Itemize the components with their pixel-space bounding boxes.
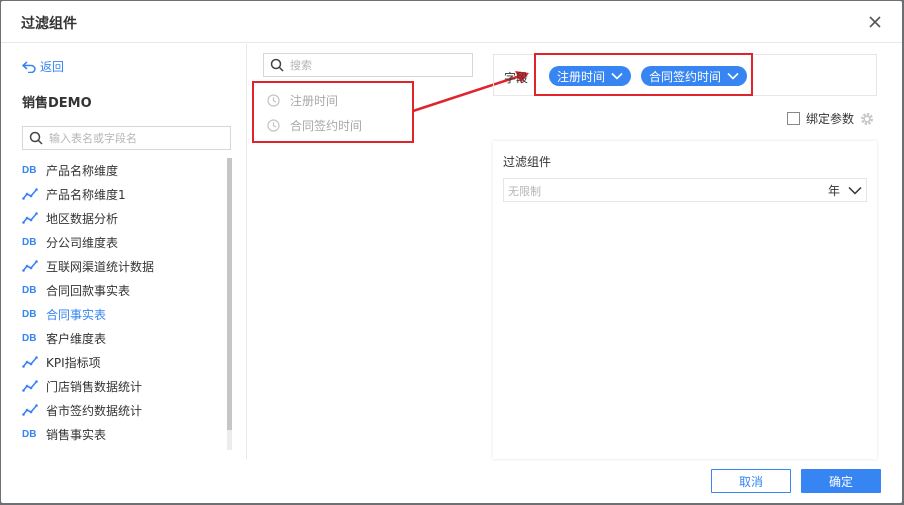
field-search-box[interactable]: [263, 53, 473, 77]
table-item[interactable]: 门店销售数据统计: [22, 374, 222, 398]
line-chart-icon: [22, 355, 42, 369]
filter-component-dialog: 过滤组件 返回 销售DEMO DB 产品名称维度产品名称维度1 地区数据分析 DB 分公…: [1, 1, 902, 503]
field-search-input[interactable]: [290, 58, 460, 72]
line-chart-icon: [22, 403, 42, 417]
table-item-label: 分公司维度表: [46, 235, 119, 250]
highlight-box-fields: [252, 81, 414, 143]
db-table-icon: DB: [22, 332, 37, 344]
dialog-title: 过滤组件: [21, 16, 77, 32]
table-item[interactable]: DB 销售事实表: [22, 422, 222, 446]
line-chart-icon: [22, 211, 42, 225]
preview-date-select[interactable]: 无限制 年: [503, 178, 867, 202]
preview-select-value: 无限制: [508, 185, 541, 198]
table-item-label: 产品名称维度: [46, 163, 119, 178]
table-item[interactable]: DB 合同事实表: [22, 302, 222, 326]
scrollbar-track[interactable]: [227, 430, 232, 450]
back-arrow-icon: [22, 60, 36, 73]
table-item-label: 客户维度表: [46, 331, 107, 346]
preview-unit-label: 年: [827, 184, 840, 198]
table-item-label: 合同事实表: [46, 307, 107, 322]
table-list-scrollbar[interactable]: [227, 158, 232, 430]
preview-title: 过滤组件: [503, 155, 552, 169]
search-icon: [270, 58, 284, 72]
line-chart-icon: [22, 259, 42, 273]
filter-preview-card: 过滤组件 无限制 年: [493, 141, 877, 459]
table-item[interactable]: KPI指标项: [22, 350, 222, 374]
field-slot-label: 字段: [504, 71, 529, 85]
db-table-icon: DB: [22, 308, 37, 320]
table-item-label: 产品名称维度1: [46, 187, 126, 202]
db-table-icon: DB: [22, 236, 37, 248]
db-table-icon: DB: [22, 284, 37, 296]
db-table-icon: DB: [22, 428, 37, 440]
table-item[interactable]: 省市签约数据统计: [22, 398, 222, 422]
preview-unit-dropdown[interactable]: 年: [828, 182, 862, 199]
line-chart-icon: [22, 187, 42, 201]
table-panel: 返回 销售DEMO DB 产品名称维度产品名称维度1 地区数据分析 DB 分公司维度表互…: [1, 44, 247, 459]
table-item[interactable]: DB 合同回款事实表: [22, 278, 222, 302]
table-item-label: 互联网渠道统计数据: [46, 259, 155, 274]
footer-divider: [1, 459, 902, 460]
table-item-label: 地区数据分析: [46, 211, 119, 226]
bind-param-label: 绑定参数: [806, 112, 855, 126]
table-item-label: 门店销售数据统计: [46, 379, 143, 394]
table-item[interactable]: 互联网渠道统计数据: [22, 254, 222, 278]
table-list: DB 产品名称维度 产品名称维度1 地区数据分析 DB 分公司维度表互联网渠道统计数据 DB…: [22, 158, 222, 446]
dialog-titlebar: 过滤组件: [1, 1, 902, 43]
gear-icon[interactable]: [860, 112, 874, 126]
cancel-button[interactable]: 取消: [711, 469, 791, 493]
close-icon[interactable]: [866, 13, 884, 31]
chevron-down-icon: [848, 186, 862, 195]
db-table-icon: DB: [22, 164, 37, 176]
table-item-label: 省市签约数据统计: [46, 403, 143, 418]
bind-param-toggle[interactable]: 绑定参数: [787, 110, 874, 127]
highlight-box-chips: [534, 53, 753, 96]
back-label: 返回: [40, 60, 65, 74]
table-item[interactable]: DB 客户维度表: [22, 326, 222, 350]
line-chart-icon: [22, 379, 42, 393]
ok-button[interactable]: 确定: [801, 469, 881, 493]
table-item-label: 销售事实表: [46, 427, 107, 442]
table-item-label: KPI指标项: [46, 355, 101, 370]
search-icon: [29, 131, 43, 145]
bind-param-checkbox[interactable]: [787, 112, 800, 125]
table-item-label: 合同回款事实表: [46, 283, 131, 298]
table-item[interactable]: DB 产品名称维度: [22, 158, 222, 182]
table-item[interactable]: 地区数据分析: [22, 206, 222, 230]
back-button[interactable]: 返回: [22, 58, 64, 75]
table-item[interactable]: 产品名称维度1: [22, 182, 222, 206]
dataset-name: 销售DEMO: [22, 96, 92, 111]
table-search-box[interactable]: [22, 126, 231, 150]
table-item[interactable]: DB 分公司维度表: [22, 230, 222, 254]
table-search-input[interactable]: [49, 131, 219, 145]
